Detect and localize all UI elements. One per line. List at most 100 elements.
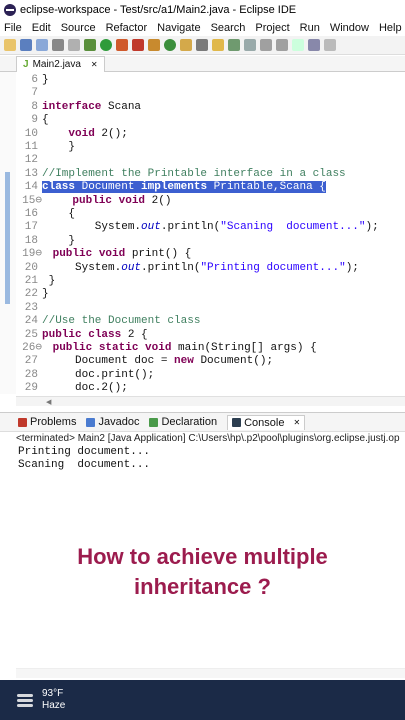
line-number: 20: [24, 261, 38, 274]
menu-navigate[interactable]: Navigate: [157, 22, 200, 34]
annotation-icon[interactable]: [228, 39, 240, 51]
code-line[interactable]: 6}: [16, 74, 405, 87]
code-line[interactable]: 20 System.out.println("Printing document…: [16, 262, 405, 275]
next-annotation-icon[interactable]: [244, 39, 256, 51]
open-type-icon[interactable]: [180, 39, 192, 51]
taskbar: 93°F Haze: [0, 680, 405, 720]
menu-run[interactable]: Run: [300, 22, 320, 34]
code-line[interactable]: 23: [16, 302, 405, 315]
code-text: public class 2 {: [42, 328, 148, 341]
line-number: 18: [24, 234, 38, 247]
console-line: Scaning document...: [18, 459, 151, 471]
line-number: 9: [31, 114, 38, 127]
close-icon[interactable]: ✕: [91, 60, 98, 69]
code-line[interactable]: 16 {: [16, 208, 405, 221]
code-text: {: [42, 208, 76, 220]
menu-refactor[interactable]: Refactor: [106, 22, 148, 34]
declaration-icon: [149, 417, 159, 427]
line-number: 6: [31, 74, 38, 86]
tab-declaration[interactable]: Declaration: [149, 416, 217, 428]
tab-console[interactable]: Console ✕: [227, 414, 306, 430]
code-line[interactable]: 18 }: [16, 235, 405, 248]
code-text: doc.2();: [42, 382, 128, 394]
line-number: 21: [24, 275, 38, 287]
code-text: }: [42, 141, 76, 153]
line-number: 8: [31, 100, 38, 113]
search-icon[interactable]: [196, 39, 208, 51]
console-status: <terminated> Main2 [Java Application] C:…: [16, 433, 400, 444]
caption-line-1: How to achieve multiple: [77, 544, 328, 569]
menu-bar: File Edit Source Refactor Navigate Search Proj…: [0, 20, 405, 36]
tab-label: Declaration: [161, 416, 218, 428]
code-line[interactable]: 14 class Document implements Printable,Sc…: [16, 181, 405, 194]
debug-icon[interactable]: [84, 39, 96, 51]
console-icon: [232, 418, 242, 427]
tab-problems[interactable]: Problems: [18, 416, 76, 428]
code-line[interactable]: 25 public class 2 {: [16, 329, 405, 342]
code-line[interactable]: 9{: [16, 114, 405, 127]
code-line[interactable]: 17 System.out.println("Scaning document.…: [16, 221, 405, 234]
console-line: Printing document...: [18, 446, 151, 458]
toolbar: [0, 36, 405, 55]
code-line[interactable]: 7: [16, 87, 405, 100]
line-number: 17: [24, 221, 38, 234]
paragraph-icon[interactable]: [324, 39, 336, 51]
code-line[interactable]: 12: [16, 154, 405, 167]
code-line[interactable]: 11 }: [16, 141, 405, 154]
editor-horizontal-scrollbar[interactable]: ◀: [16, 396, 405, 406]
haze-weather-icon[interactable]: [16, 691, 34, 709]
new-package-icon[interactable]: [148, 39, 160, 51]
menu-source[interactable]: Source: [61, 22, 96, 34]
code-text: public static void main(String[] args) {: [52, 342, 317, 354]
new-icon[interactable]: [4, 39, 16, 51]
back-icon[interactable]: [260, 39, 272, 51]
coverage-icon[interactable]: [116, 39, 128, 51]
external-tools-icon[interactable]: [132, 39, 144, 51]
tab-javadoc[interactable]: Javadoc: [86, 416, 139, 428]
code-text: Document doc = new Document();: [42, 355, 274, 368]
eclipse-logo-icon: [4, 4, 16, 16]
tab-main2-java[interactable]: J Main2.java ✕: [16, 56, 105, 72]
menu-window[interactable]: Window: [330, 22, 369, 34]
line-number: 14: [24, 181, 38, 194]
menu-edit[interactable]: Edit: [32, 22, 51, 34]
menu-help[interactable]: Help: [379, 22, 402, 34]
pin-icon[interactable]: [292, 39, 304, 51]
code-editor[interactable]: 6} 7 8 interface Scana 9{10 void 2(); 11 } 12 1…: [0, 72, 405, 394]
code-line[interactable]: 13 //Implement the Printable interface in…: [16, 168, 405, 181]
save-all-icon[interactable]: [36, 39, 48, 51]
menu-project[interactable]: Project: [255, 22, 289, 34]
code-line[interactable]: 21 }: [16, 275, 405, 288]
menu-search[interactable]: Search: [211, 22, 246, 34]
menu-file[interactable]: File: [4, 22, 22, 34]
block-icon[interactable]: [308, 39, 320, 51]
code-line[interactable]: 28 doc.print();: [16, 369, 405, 382]
forward-icon[interactable]: [276, 39, 288, 51]
print-icon[interactable]: [52, 39, 64, 51]
code-line[interactable]: 26⊖ public static void main(String[] arg…: [16, 342, 405, 355]
weather-widget[interactable]: 93°F Haze: [42, 688, 65, 712]
code-line[interactable]: 8 interface Scana: [16, 101, 405, 114]
pencil-icon[interactable]: [212, 39, 224, 51]
scroll-left-icon[interactable]: ◀: [46, 398, 51, 406]
close-icon[interactable]: ✕: [293, 418, 300, 427]
line-number: 29: [24, 382, 38, 394]
code-line[interactable]: 29 doc.2();: [16, 382, 405, 394]
console-horizontal-scrollbar[interactable]: [16, 668, 405, 678]
code-text: //Implement the Printable interface in a…: [42, 167, 346, 180]
run-icon[interactable]: [100, 39, 112, 51]
javadoc-icon: [86, 417, 96, 427]
code-line[interactable]: 24 //Use the Document class: [16, 315, 405, 328]
line-number: 26⊖: [22, 342, 42, 354]
code-line[interactable]: 22}: [16, 288, 405, 301]
toggle-icon[interactable]: [68, 39, 80, 51]
save-icon[interactable]: [20, 39, 32, 51]
new-class-icon[interactable]: [164, 39, 176, 51]
code-line[interactable]: 10 void 2();: [16, 128, 405, 141]
line-number: 23: [24, 301, 38, 314]
code-line[interactable]: 19⊖ public void print() {: [16, 248, 405, 261]
line-number: 24: [24, 315, 38, 328]
tab-label: Javadoc: [98, 416, 140, 428]
code-line[interactable]: 15⊖ public void 2(): [16, 195, 405, 208]
code-line[interactable]: 27 Document doc = new Document();: [16, 355, 405, 368]
